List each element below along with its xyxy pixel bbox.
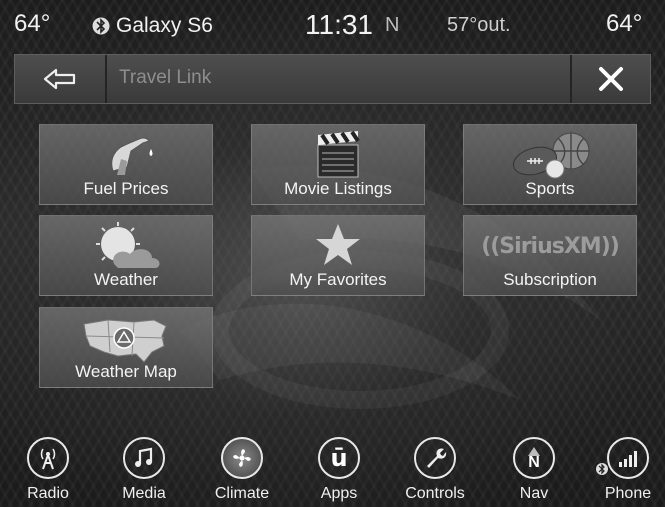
uconnect-icon: ū (330, 444, 348, 472)
wrench-icon (427, 448, 447, 468)
nav-label: Controls (405, 485, 465, 502)
back-button[interactable] (15, 55, 107, 103)
tile-weather-map[interactable]: Weather Map (39, 307, 213, 388)
passenger-temp[interactable]: 64° (606, 10, 642, 38)
fuel-nozzle-icon (111, 137, 153, 175)
nav-label: Media (122, 485, 166, 502)
fan-icon (233, 449, 251, 467)
title-bar: Travel Link (14, 54, 651, 104)
driver-temp[interactable]: 64° (14, 10, 50, 38)
tile-label: Weather Map (75, 362, 177, 381)
nav-media[interactable]: Media (106, 437, 182, 507)
nav-label: Phone (604, 485, 652, 502)
travel-link-screen: 64° Galaxy S6 11:31 N 57°out. 64° Travel… (0, 0, 665, 507)
compass-icon: N (528, 454, 540, 471)
tile-label: My Favorites (289, 270, 387, 289)
nav-icon-circle (123, 437, 165, 479)
clock: 11:31 (305, 9, 373, 40)
nav-phone[interactable]: Phone (590, 437, 665, 507)
us-map-icon (83, 319, 167, 363)
clapperboard-icon (317, 130, 360, 178)
close-x-icon (599, 67, 623, 91)
status-bar: 64° Galaxy S6 11:31 N 57°out. 64° (0, 0, 665, 50)
nav-icon-circle (607, 437, 649, 479)
tile-sports[interactable]: Sports (463, 124, 637, 205)
nav-label: Climate (214, 485, 270, 502)
nav-apps[interactable]: ū Apps (301, 437, 377, 507)
close-button[interactable] (570, 55, 650, 103)
outside-temp: 57°out. (447, 14, 511, 36)
nav-radio[interactable]: Radio (10, 437, 86, 507)
tile-label: Subscription (503, 270, 597, 289)
tile-movie-listings[interactable]: Movie Listings (251, 124, 425, 205)
star-icon (316, 224, 360, 265)
bluetooth-icon (92, 17, 110, 35)
back-arrow-icon (43, 68, 76, 90)
tile-label: Fuel Prices (83, 179, 169, 198)
nav-icon-circle: N (513, 437, 555, 479)
phone-signal-icon (619, 451, 637, 467)
nav-label: Apps (320, 485, 358, 502)
siriusxm-logo: ((SiriusXM)) (481, 234, 620, 259)
tile-subscription[interactable]: ((SiriusXM)) Subscription (463, 215, 637, 296)
page-title: Travel Link (119, 67, 212, 88)
sun-cloud-icon (96, 222, 160, 268)
nav-controls[interactable]: Controls (397, 437, 473, 507)
sports-balls-icon (512, 132, 590, 179)
radio-tower-icon (40, 448, 56, 470)
nav-climate[interactable]: Climate (204, 437, 280, 507)
tile-label: Weather (94, 270, 158, 289)
nav-label: Radio (27, 485, 69, 502)
tile-fuel-prices[interactable]: Fuel Prices (39, 124, 213, 205)
tile-label: Movie Listings (284, 179, 392, 198)
tile-my-favorites[interactable]: My Favorites (251, 215, 425, 296)
music-note-icon (135, 447, 153, 467)
tile-label: Sports (525, 179, 575, 198)
nav-nav[interactable]: N Nav (496, 437, 572, 507)
nav-icon-circle (414, 437, 456, 479)
compass-heading: N (385, 14, 400, 36)
nav-icon-circle (221, 437, 263, 479)
nav-icon-circle (27, 437, 69, 479)
nav-icon-circle: ū (318, 437, 360, 479)
bluetooth-icon (596, 463, 608, 475)
nav-label: Nav (519, 485, 549, 502)
tile-weather[interactable]: Weather (39, 215, 213, 296)
connected-phone-name: Galaxy S6 (116, 14, 213, 37)
